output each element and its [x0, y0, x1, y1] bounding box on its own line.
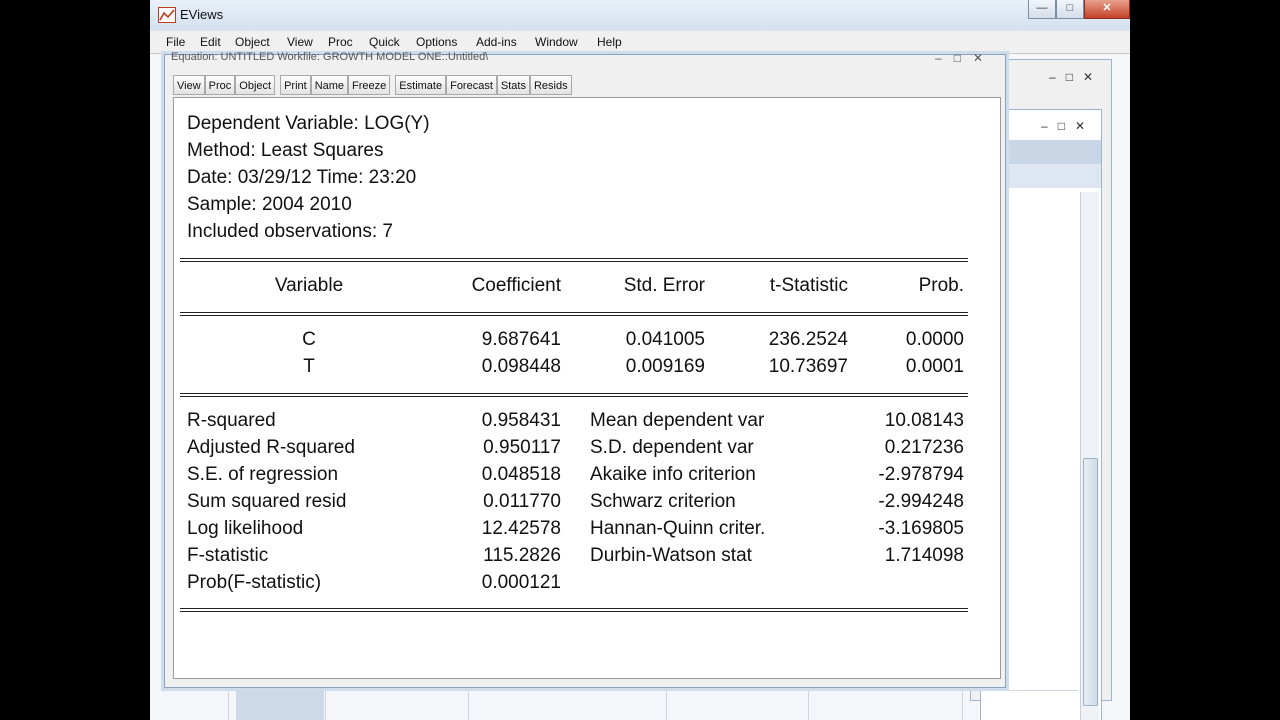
stat-label-log-likelihood: Log likelihood — [187, 518, 304, 539]
grid-divider — [808, 690, 809, 720]
stat-value-r-squared: 0.958431 — [481, 410, 561, 431]
menu-view[interactable]: View — [287, 35, 313, 49]
background-window-controls[interactable]: –□✕ — [1049, 70, 1103, 84]
stat-value-hannan-quinn: -3.169805 — [878, 518, 964, 539]
stat-value-durbin-watson: 1.714098 — [884, 545, 964, 566]
menu-edit[interactable]: Edit — [200, 35, 221, 49]
stat-label-akaike: Akaike info criterion — [590, 464, 756, 485]
toolbar-object-button[interactable]: Object — [235, 75, 276, 95]
toolbar-stats-button[interactable]: Stats — [496, 75, 530, 95]
stat-label-mean-dependent-var: Mean dependent var — [590, 410, 765, 431]
row-c-variable: C — [302, 329, 316, 350]
stat-label-adjusted-r-squared: Adjusted R-squared — [187, 437, 355, 458]
stat-value-mean-dependent-var: 10.08143 — [884, 410, 964, 431]
grid-divider — [228, 690, 1078, 691]
toolbar-name-button[interactable]: Name — [310, 75, 349, 95]
grid-divider — [468, 690, 469, 720]
menu-window[interactable]: Window — [535, 35, 578, 49]
stat-label-f-statistic: F-statistic — [187, 545, 269, 566]
row-c-coefficient: 9.687641 — [481, 329, 561, 350]
scrollbar-thumb[interactable] — [1083, 458, 1098, 706]
app-title: EViews — [180, 7, 224, 22]
toolbar-print-button[interactable]: Print — [280, 75, 311, 95]
menu-file[interactable]: File — [166, 35, 185, 49]
row-t-prob: 0.0001 — [905, 356, 964, 377]
stat-label-sd-dependent-var: S.D. dependent var — [590, 437, 754, 458]
stat-value-adjusted-r-squared: 0.950117 — [483, 437, 561, 458]
grid-divider — [962, 690, 963, 720]
grid-divider — [228, 690, 229, 720]
menu-addins[interactable]: Add-ins — [476, 35, 517, 49]
regression-output: Dependent Variable: LOG(Y) Method: Least… — [173, 97, 1001, 679]
toolbar-proc-button[interactable]: Proc — [204, 75, 236, 95]
grid-divider — [325, 690, 326, 720]
menu-object[interactable]: Object — [235, 35, 270, 49]
eviews-logo-icon — [158, 7, 176, 23]
row-t-coefficient: 0.098448 — [481, 356, 561, 377]
toolbar-forecast-button[interactable]: Forecast — [446, 75, 497, 95]
col-header-std-error: Std. Error — [623, 275, 705, 296]
date-time-line: Date: 03/29/12 Time: 23:20 — [187, 167, 417, 188]
row-c-std-error: 0.041005 — [625, 329, 705, 350]
stat-value-akaike: -2.978794 — [878, 464, 964, 485]
toolbar-view-button[interactable]: View — [173, 75, 205, 95]
equation-window: Equation: UNTITLED Workfile: GROWTH MODE… — [164, 51, 1006, 688]
equation-toolbar: View Proc Object Print Name Freeze Estim… — [173, 75, 572, 97]
mdi-workspace: –□✕ –□✕ Equation: UNTITLED Workfile: GRO… — [150, 51, 1130, 720]
row-t-std-error: 0.009169 — [625, 356, 705, 377]
menu-proc[interactable]: Proc — [328, 35, 353, 49]
stat-value-sd-dependent-var: 0.217236 — [884, 437, 964, 458]
stat-label-durbin-watson: Durbin-Watson stat — [590, 545, 752, 566]
stat-label-r-squared: R-squared — [187, 410, 276, 431]
col-header-coefficient: Coefficient — [471, 275, 561, 296]
grid-divider — [666, 690, 667, 720]
vertical-scrollbar[interactable] — [1080, 192, 1099, 720]
row-c-prob: 0.0000 — [905, 329, 964, 350]
col-header-variable: Variable — [274, 275, 344, 296]
minimize-button[interactable]: — — [1028, 0, 1056, 19]
close-button[interactable]: ✕ — [1084, 0, 1130, 19]
stat-value-log-likelihood: 12.42578 — [481, 518, 561, 539]
stat-label-sum-squared-resid: Sum squared resid — [187, 491, 347, 512]
maximize-button[interactable]: □ — [1056, 0, 1084, 19]
menu-help[interactable]: Help — [597, 35, 622, 49]
observations-line: Included observations: 7 — [187, 221, 393, 242]
stat-value-prob-f-statistic: 0.000121 — [481, 572, 561, 593]
stat-value-schwarz: -2.994248 — [878, 491, 964, 512]
toolbar-estimate-button[interactable]: Estimate — [395, 75, 447, 95]
toolbar-freeze-button[interactable]: Freeze — [348, 75, 391, 95]
equation-window-title: Equation: UNTITLED Workfile: GROWTH MODE… — [171, 51, 489, 63]
table-bottom-rule — [180, 608, 968, 612]
menu-options[interactable]: Options — [416, 35, 457, 49]
sample-line: Sample: 2004 2010 — [187, 194, 352, 215]
stat-label-hannan-quinn: Hannan-Quinn criter. — [590, 518, 766, 539]
coefficients-rule — [180, 393, 968, 397]
equation-window-controls[interactable]: –□✕ — [935, 51, 995, 65]
title-bar[interactable]: EViews — □ ✕ — [150, 0, 1130, 30]
col-header-prob: Prob. — [918, 275, 964, 296]
stat-value-se-regression: 0.048518 — [481, 464, 561, 485]
stat-label-se-regression: S.E. of regression — [187, 464, 339, 485]
row-t-variable: T — [303, 356, 315, 377]
stat-value-f-statistic: 115.2826 — [483, 545, 561, 566]
eviews-app-window: EViews — □ ✕ File Edit Object View Proc … — [150, 0, 1130, 720]
grid-cell — [236, 690, 324, 720]
table-top-rule — [180, 258, 968, 262]
background-series-controls[interactable]: –□✕ — [1041, 119, 1095, 133]
menu-quick[interactable]: Quick — [369, 35, 400, 49]
stat-label-prob-f-statistic: Prob(F-statistic) — [187, 572, 322, 593]
method-line: Method: Least Squares — [187, 140, 384, 161]
stat-label-schwarz: Schwarz criterion — [590, 491, 736, 512]
toolbar-resids-button[interactable]: Resids — [529, 75, 572, 95]
header-rule — [180, 312, 968, 316]
dependent-variable-line: Dependent Variable: LOG(Y) — [187, 113, 430, 134]
stat-value-sum-squared-resid: 0.011770 — [483, 491, 561, 512]
